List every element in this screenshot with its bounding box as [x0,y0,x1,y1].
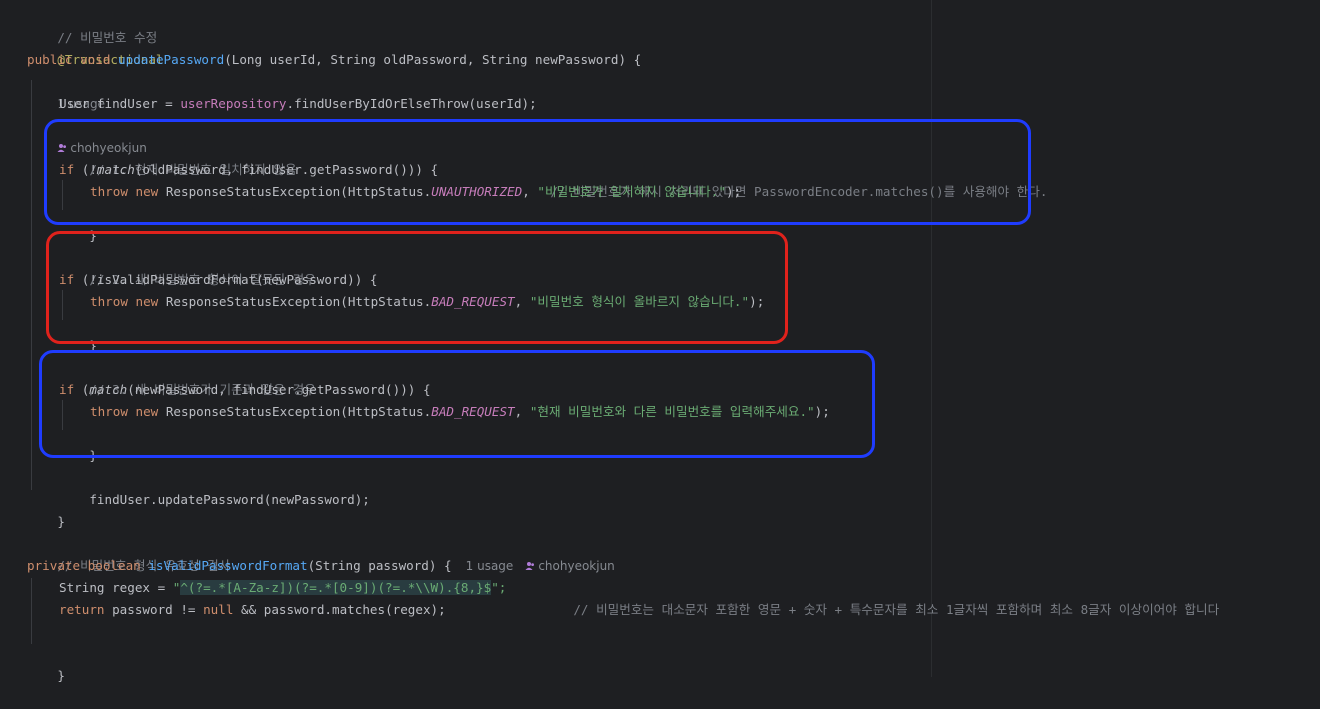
user-repository-field: userRepository [180,96,287,111]
code-line: // 비밀번호 형식 유효성 검사 [27,533,230,573]
find-user-decl: User findUser = [59,96,181,111]
code-line: public void updatePassword(Long userId, … [27,49,641,71]
keyword-boolean: boolean [87,558,141,573]
method-name-is-valid: isValidPasswordFormat [148,558,308,573]
keyword-public: public [27,52,73,67]
code-line: // 비밀번호는 대소문자 포함한 영문 + 숫자 + 특수문자를 최소 1글자… [543,577,1219,617]
return-expr: password != [104,602,204,617]
return-expr: && password.matches(regex); [233,602,446,617]
close-brace: } [57,668,65,683]
user-icon [525,562,535,570]
author-name: chohyeokjun [538,559,615,573]
code-editor[interactable]: // 비밀번호 수정 @Transactional 1 usage chohye… [0,0,1320,683]
code-line: // 비밀번호 수정 [27,5,157,45]
comment-regex-rule: // 비밀번호는 대소문자 포함한 영문 + 숫자 + 특수문자를 최소 1글자… [573,602,1220,617]
regex-literal: ^(?=.*[A-Za-z])(?=.*[0-9])(?=.*\\W).{8,}… [180,580,492,595]
usage-hint[interactable]: 1 usage [466,559,514,573]
code-line: return password != null && password.matc… [59,599,446,621]
author-hint[interactable]: chohyeokjun [525,559,615,573]
code-line: String regex = "^(?=.*[A-Za-z])(?=.*[0-9… [59,577,506,599]
highlight-box-step-3 [39,350,875,458]
keyword-null: null [203,602,234,617]
find-user-call: .findUserByIdOrElseThrow(userId); [286,96,537,111]
method-params: (String password) { [307,558,452,573]
code-line: } [27,489,65,529]
regex-quote: "; [491,580,507,595]
code-line: User findUser = userRepository.findUserB… [59,93,537,115]
update-password-call: findUser.updatePassword(newPassword); [89,492,370,507]
highlight-box-step-2 [46,231,788,344]
method-name-update-password: updatePassword [118,52,225,67]
code-line: @Transactional 1 usage chohyeokjun [27,27,163,155]
close-brace: } [57,514,65,529]
highlight-box-step-1 [44,119,1031,225]
keyword-private: private [27,558,81,573]
method-params: (Long userId, String oldPassword, String… [224,52,642,67]
regex-decl: String regex = [59,580,173,595]
code-line: private boolean isValidPasswordFormat(St… [27,555,615,577]
right-margin-guide [931,0,932,677]
code-line: } [27,643,65,683]
code-line: findUser.updatePassword(newPassword); [59,467,370,507]
keyword-return: return [59,602,105,617]
keyword-void: void [80,52,111,67]
